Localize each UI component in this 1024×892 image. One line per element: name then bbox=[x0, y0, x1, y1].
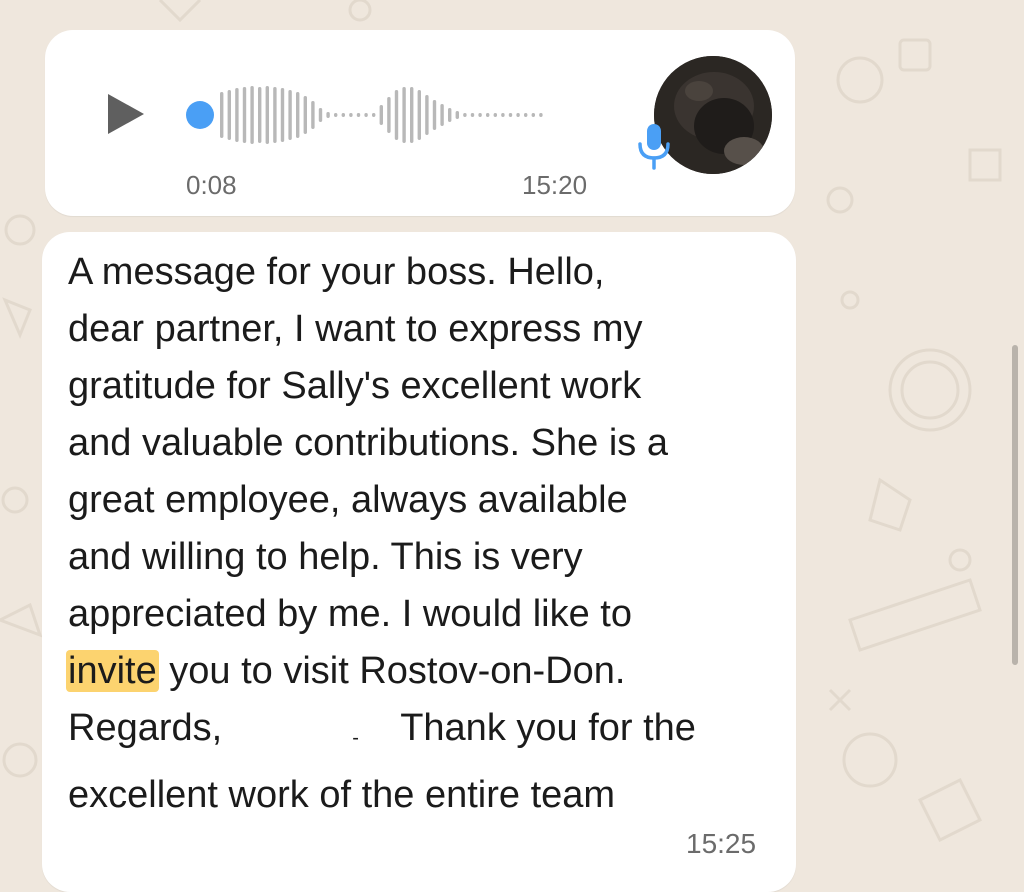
waveform-bar bbox=[250, 86, 254, 144]
waveform-bar bbox=[273, 87, 277, 143]
waveform-bar bbox=[486, 113, 490, 117]
waveform-bar bbox=[311, 101, 315, 129]
waveform-bar bbox=[387, 97, 391, 133]
message-line: dear partner, I want to express my bbox=[68, 308, 643, 350]
message-line: excellent work of the entire team bbox=[68, 774, 616, 816]
message-line: and willing to help. This is very bbox=[68, 536, 583, 578]
waveform-bar bbox=[501, 113, 505, 117]
waveform-bar bbox=[265, 86, 269, 144]
waveform-bar bbox=[341, 113, 345, 117]
waveform-bar bbox=[349, 113, 353, 117]
waveform-bar bbox=[402, 87, 406, 143]
waveform-bar bbox=[425, 95, 429, 135]
waveform-bar bbox=[470, 113, 475, 117]
waveform-bar bbox=[508, 113, 513, 117]
waveform-bar bbox=[364, 113, 368, 117]
waveform-bar bbox=[220, 92, 224, 138]
message-body: A message for your boss. Hello, dear par… bbox=[66, 244, 788, 824]
scrollbar-thumb[interactable] bbox=[1012, 345, 1018, 665]
waveform-bar bbox=[478, 113, 482, 117]
message-line-rest: you to visit Rostov-on-Don. bbox=[158, 650, 626, 692]
waveform-bar bbox=[326, 112, 330, 118]
waveform-bar bbox=[303, 96, 307, 134]
waveform-bar bbox=[235, 88, 239, 142]
waveform-bar bbox=[379, 105, 383, 125]
waveform-bar bbox=[372, 113, 376, 117]
waveform-bar bbox=[524, 113, 528, 117]
waveform-bar bbox=[440, 104, 444, 126]
regards-text: Regards, bbox=[68, 707, 223, 749]
message-line: Regards, - Thank you for the bbox=[68, 700, 788, 767]
message-line: great employee, always available bbox=[68, 479, 628, 521]
redacted-name: - bbox=[222, 700, 400, 767]
redaction-mark: - bbox=[352, 727, 359, 749]
waveform-bar bbox=[539, 113, 543, 117]
message-line: gratitude for Sally's excellent work bbox=[68, 365, 642, 407]
voice-timestamp: 15:20 bbox=[522, 170, 588, 200]
microphone-icon bbox=[636, 122, 672, 170]
play-icon bbox=[108, 94, 144, 134]
waveform-bar bbox=[432, 100, 437, 130]
waveform-bar bbox=[296, 92, 300, 138]
waveform-bar bbox=[288, 90, 292, 140]
waveform-bar bbox=[531, 113, 535, 117]
waveform-bar bbox=[318, 108, 323, 122]
waveform-bar bbox=[410, 87, 414, 143]
waveform-bar bbox=[417, 90, 421, 140]
voice-duration: 0:08 bbox=[186, 170, 237, 200]
message-line: appreciated by me. I would like to bbox=[68, 593, 632, 635]
waveform-bar bbox=[448, 108, 452, 122]
waveform-bar bbox=[463, 113, 467, 117]
waveform-bar bbox=[227, 90, 231, 140]
waveform-bar bbox=[242, 87, 247, 143]
waveform-bar bbox=[356, 113, 361, 117]
waveform-bar bbox=[394, 90, 399, 140]
voice-waveform[interactable] bbox=[180, 80, 600, 150]
waveform-bar bbox=[455, 111, 459, 119]
waveform-bar bbox=[493, 113, 497, 117]
thanks-text: Thank you for the bbox=[400, 707, 696, 749]
waveform-bar bbox=[280, 88, 285, 142]
waveform-bar bbox=[516, 113, 520, 117]
waveform-bar bbox=[258, 87, 262, 143]
message-line: A message for your boss. Hello, bbox=[68, 251, 605, 293]
highlighted-word[interactable]: invite bbox=[66, 650, 159, 692]
playback-position-handle[interactable] bbox=[186, 101, 214, 129]
waveform-bar bbox=[334, 113, 338, 117]
message-timestamp: 15:25 bbox=[686, 828, 757, 859]
message-line: invite you to visit Rostov-on-Don. bbox=[66, 643, 788, 700]
message-line: and valuable contributions. She is a bbox=[68, 422, 668, 464]
play-button[interactable] bbox=[104, 92, 148, 136]
